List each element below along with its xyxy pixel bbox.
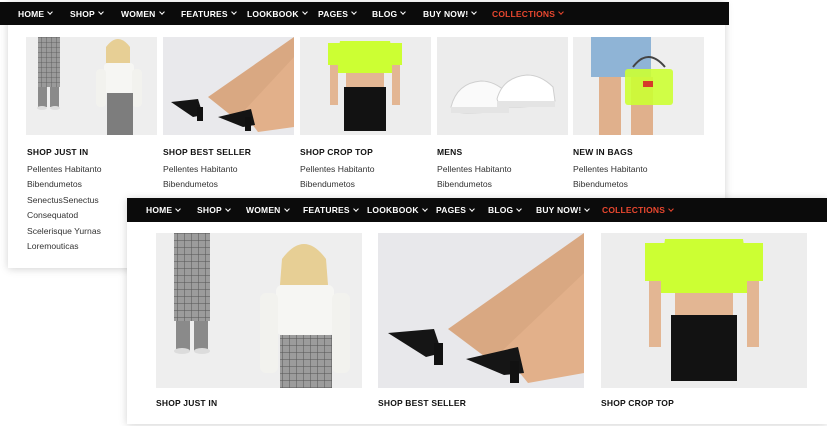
chevron-down-icon bbox=[516, 205, 523, 212]
chevron-down-icon bbox=[421, 205, 428, 212]
chevron-down-icon bbox=[98, 9, 104, 15]
nav-women[interactable]: WOMEN bbox=[121, 9, 165, 19]
nav-blog[interactable]: BLOG bbox=[372, 9, 407, 19]
nav-collections[interactable]: COLLECTIONS bbox=[492, 9, 564, 19]
nav-buy-now[interactable]: BUY NOW! bbox=[423, 9, 478, 19]
nav-lookbook[interactable]: LOOKBOOK bbox=[247, 9, 308, 19]
nav-blog[interactable]: BLOG bbox=[488, 205, 523, 215]
chevron-down-icon bbox=[175, 205, 182, 212]
product-image-bags[interactable] bbox=[573, 37, 704, 135]
chevron-down-icon bbox=[471, 9, 478, 15]
menu-link[interactable]: Pellentes Habitanto bbox=[437, 164, 512, 174]
column-title-just-in[interactable]: SHOP JUST IN bbox=[156, 398, 217, 408]
product-image-just-in[interactable] bbox=[156, 233, 362, 388]
column-title-best-seller[interactable]: SHOP BEST SELLER bbox=[378, 398, 466, 408]
menu-link[interactable]: Bibendumetos bbox=[27, 179, 82, 189]
menu-link[interactable]: Bibendumetos bbox=[300, 179, 355, 189]
chevron-down-icon bbox=[283, 205, 290, 212]
menu-link[interactable]: Pellentes Habitanto bbox=[27, 164, 102, 174]
nav-features[interactable]: FEATURES bbox=[181, 9, 237, 19]
menu-link[interactable]: Pellentes Habitanto bbox=[163, 164, 238, 174]
menu-link[interactable]: SenectusSenectus bbox=[27, 195, 99, 205]
product-image-crop-top[interactable] bbox=[300, 37, 431, 135]
nav-shop[interactable]: SHOP bbox=[70, 9, 104, 19]
chevron-down-icon bbox=[301, 9, 308, 15]
main-nav-front: HOME SHOP WOMEN FEATURES LOOKBOOK PAGES … bbox=[127, 198, 827, 222]
menu-link[interactable]: Bibendumetos bbox=[163, 179, 218, 189]
chevron-down-icon bbox=[352, 205, 359, 212]
chevron-down-icon bbox=[158, 9, 165, 15]
nav-women[interactable]: WOMEN bbox=[246, 205, 290, 215]
nav-home[interactable]: HOME bbox=[146, 205, 182, 215]
column-title-bags[interactable]: NEW IN BAGS bbox=[573, 147, 633, 157]
nav-features[interactable]: FEATURES bbox=[303, 205, 359, 215]
chevron-down-icon bbox=[584, 205, 591, 212]
nav-buy-now[interactable]: BUY NOW! bbox=[536, 205, 591, 215]
column-title-mens[interactable]: MENS bbox=[437, 147, 462, 157]
nav-shop[interactable]: SHOP bbox=[197, 205, 231, 215]
chevron-down-icon bbox=[225, 205, 231, 212]
menu-link[interactable]: Pellentes Habitanto bbox=[573, 164, 648, 174]
main-nav-back: HOME SHOP WOMEN FEATURES LOOKBOOK PAGES … bbox=[0, 2, 729, 25]
menu-link[interactable]: Scelerisque Yurnas bbox=[27, 226, 101, 236]
menu-link[interactable]: Consequatod bbox=[27, 210, 78, 220]
chevron-down-icon bbox=[400, 9, 407, 15]
nav-collections[interactable]: COLLECTIONS bbox=[602, 205, 674, 215]
mega-menu-front: HOME SHOP WOMEN FEATURES LOOKBOOK PAGES … bbox=[127, 198, 827, 424]
menu-link[interactable]: Loremouticas bbox=[27, 241, 79, 251]
column-title-crop-top[interactable]: SHOP CROP TOP bbox=[601, 398, 674, 408]
product-image-crop-top[interactable] bbox=[601, 233, 807, 388]
chevron-down-icon bbox=[351, 9, 357, 15]
chevron-down-icon bbox=[230, 9, 237, 15]
chevron-down-icon bbox=[558, 9, 564, 15]
nav-lookbook[interactable]: LOOKBOOK bbox=[367, 205, 428, 215]
menu-link[interactable]: Bibendumetos bbox=[437, 179, 492, 189]
nav-pages[interactable]: PAGES bbox=[436, 205, 475, 215]
nav-home[interactable]: HOME bbox=[18, 9, 54, 19]
product-image-mens[interactable] bbox=[437, 37, 568, 135]
column-title-best-seller[interactable]: SHOP BEST SELLER bbox=[163, 147, 251, 157]
column-title-just-in[interactable]: SHOP JUST IN bbox=[27, 147, 88, 157]
menu-link[interactable]: Pellentes Habitanto bbox=[300, 164, 375, 174]
chevron-down-icon bbox=[469, 205, 475, 212]
product-image-best-seller[interactable] bbox=[163, 37, 294, 135]
menu-link[interactable]: Bibendumetos bbox=[573, 179, 628, 189]
chevron-down-icon bbox=[668, 205, 674, 212]
product-image-just-in[interactable] bbox=[26, 37, 157, 135]
nav-pages[interactable]: PAGES bbox=[318, 9, 357, 19]
chevron-down-icon bbox=[47, 9, 54, 15]
column-title-crop-top[interactable]: SHOP CROP TOP bbox=[300, 147, 373, 157]
product-image-best-seller[interactable] bbox=[378, 233, 584, 388]
